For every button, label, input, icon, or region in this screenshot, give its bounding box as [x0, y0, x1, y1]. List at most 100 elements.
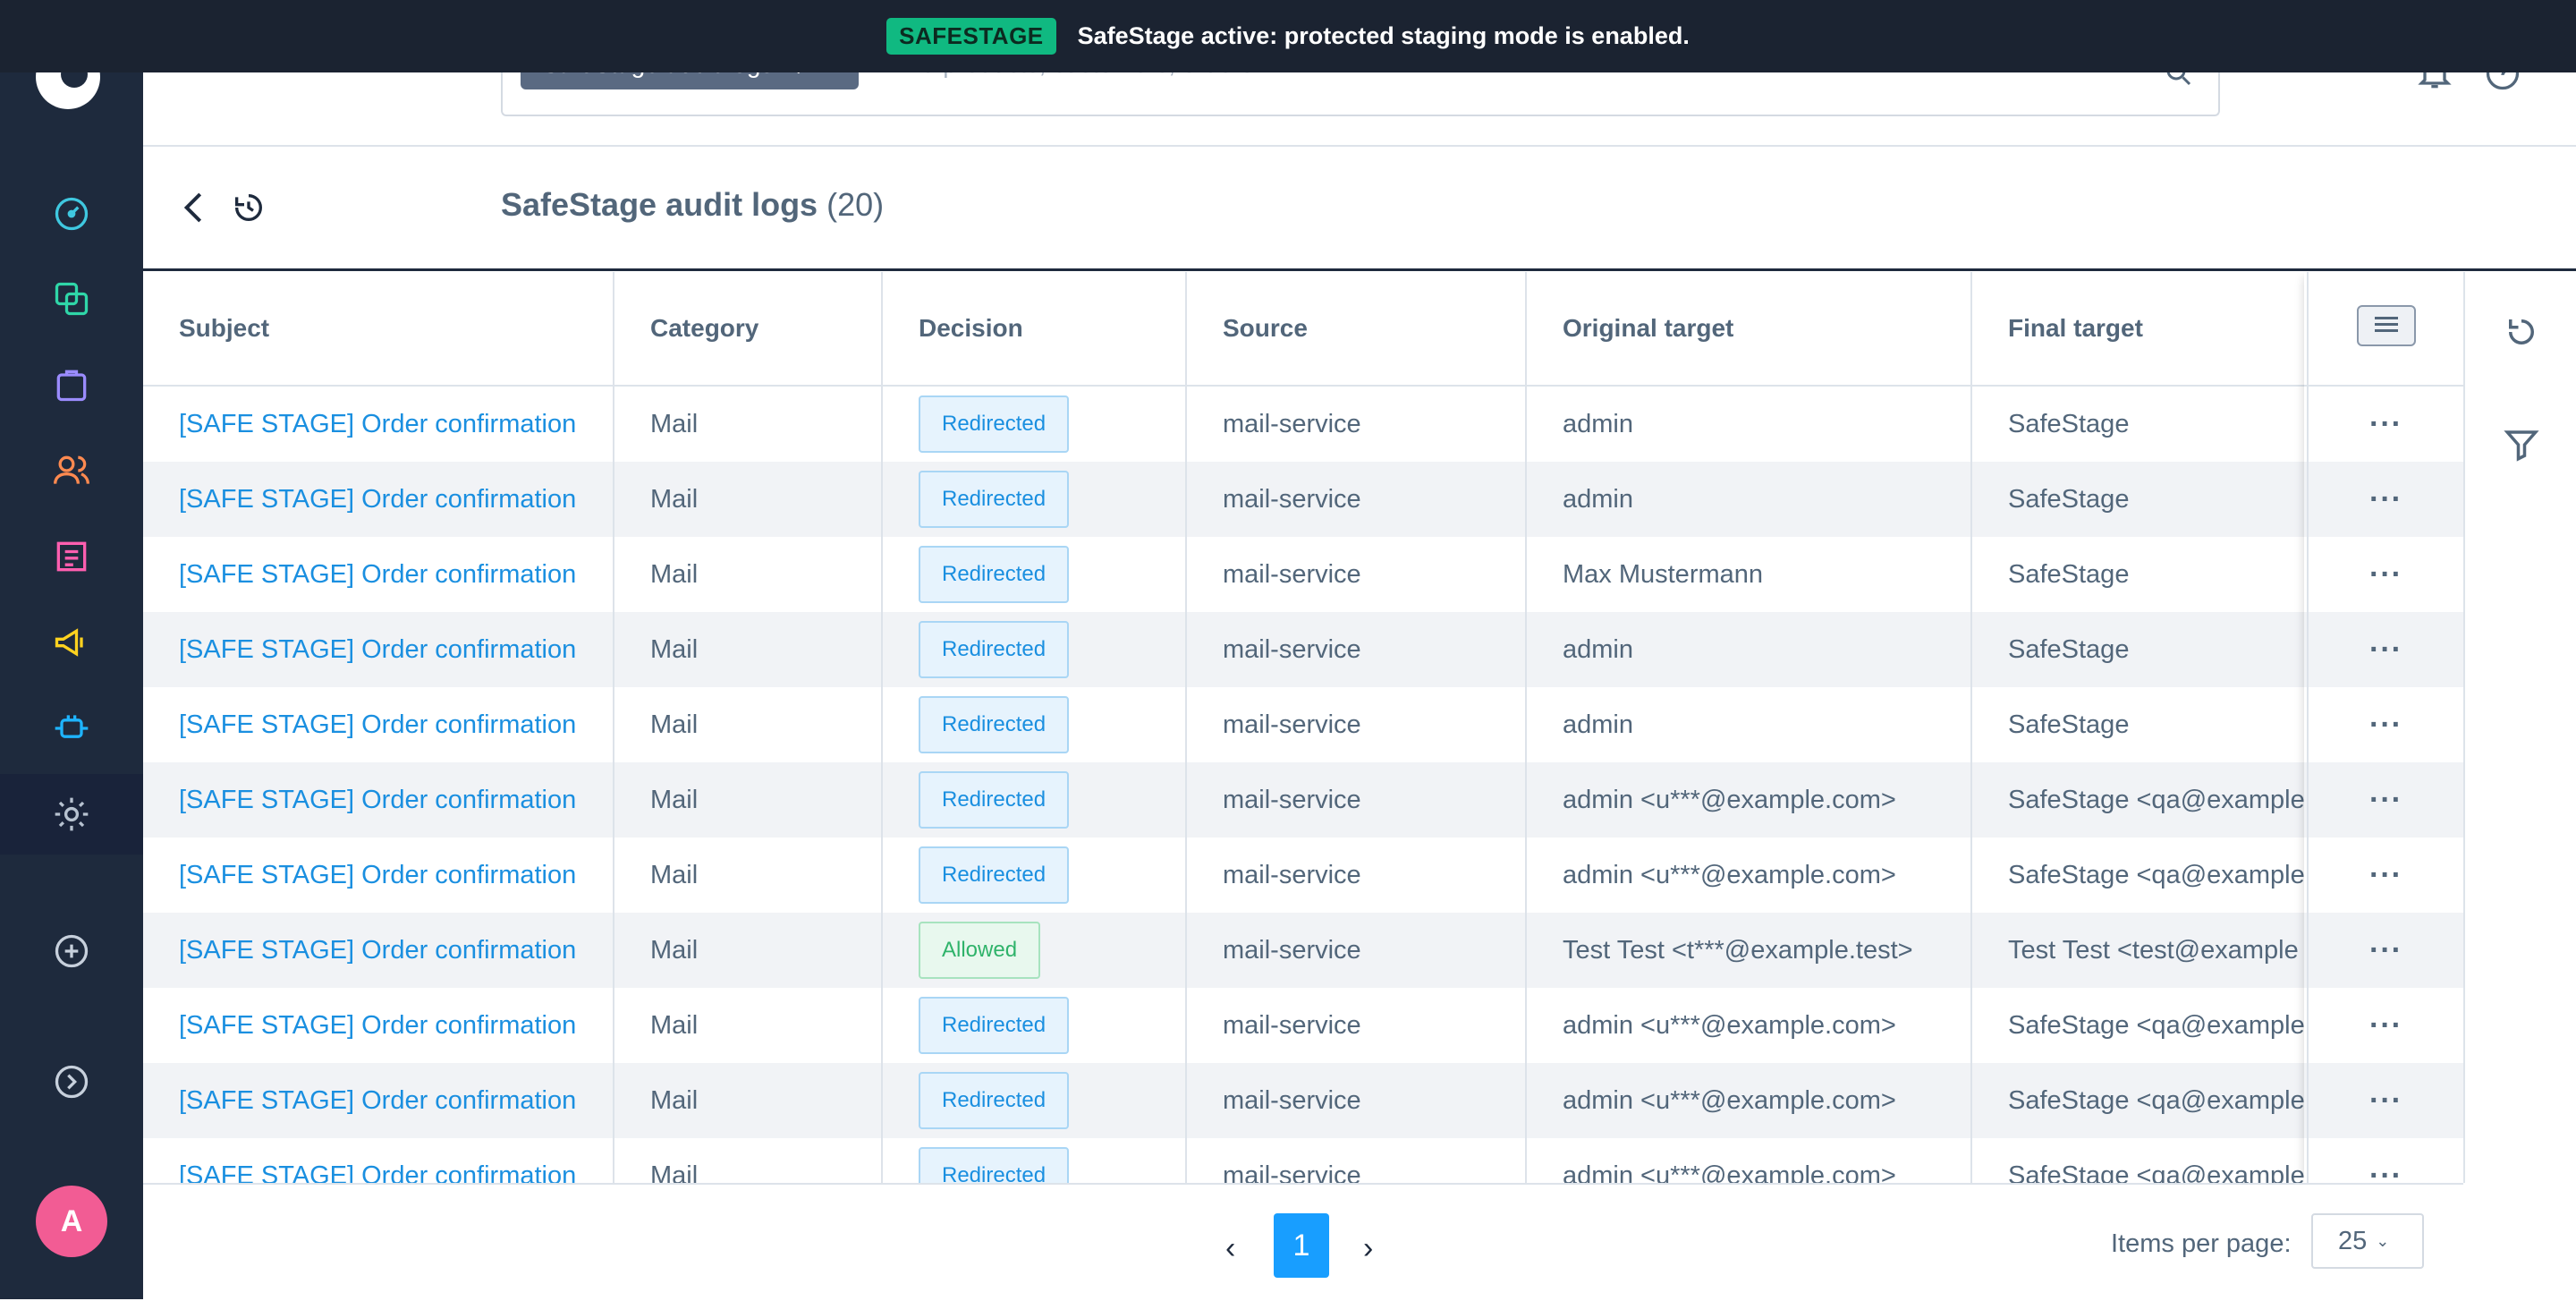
- decision-badge: Redirected: [919, 696, 1070, 753]
- cell-subject[interactable]: [SAFE STAGE] Order confirmation: [143, 838, 614, 913]
- column-header-category[interactable]: Category: [614, 272, 883, 387]
- nav-expand[interactable]: [0, 1042, 143, 1122]
- nav-extensions[interactable]: [0, 688, 143, 769]
- cell-subject[interactable]: [SAFE STAGE] Order confirmation: [143, 687, 614, 762]
- cell-subject[interactable]: [SAFE STAGE] Order confirmation: [143, 1138, 614, 1183]
- nav-orders[interactable]: [0, 344, 143, 425]
- nav-settings[interactable]: [0, 774, 143, 855]
- cell-decision: Redirected: [882, 762, 1187, 838]
- table-row[interactable]: [SAFE STAGE] Order confirmation Mail Redir…: [143, 386, 2463, 462]
- column-header-source[interactable]: Source: [1186, 272, 1527, 387]
- cell-actions: ···: [2308, 1138, 2463, 1184]
- table-row[interactable]: [SAFE STAGE] Order confirmation Mail Redir…: [143, 462, 2463, 537]
- row-actions-button[interactable]: ···: [2369, 783, 2402, 817]
- banner-message: SafeStage active: protected staging mode…: [1077, 22, 1690, 49]
- sidebar: A: [0, 0, 143, 1299]
- cell-category: Mail: [614, 1138, 883, 1183]
- filter-icon[interactable]: [2503, 426, 2540, 463]
- table-row[interactable]: [SAFE STAGE] Order confirmation Mail Allow…: [143, 913, 2463, 988]
- subject-link[interactable]: [SAFE STAGE] Order confirmation: [179, 1161, 576, 1184]
- nav-catalog[interactable]: [0, 259, 143, 339]
- row-actions-button[interactable]: ···: [2369, 1084, 2402, 1118]
- table-row[interactable]: [SAFE STAGE] Order confirmation Mail Redir…: [143, 612, 2463, 687]
- orders-icon: [56, 370, 87, 402]
- cell-subject[interactable]: [SAFE STAGE] Order confirmation: [143, 913, 614, 988]
- row-actions-button[interactable]: ···: [2369, 633, 2402, 667]
- subject-link[interactable]: [SAFE STAGE] Order confirmation: [179, 710, 576, 739]
- nav-add[interactable]: [0, 911, 143, 991]
- decision-badge: Allowed: [919, 922, 1041, 979]
- back-icon[interactable]: [179, 190, 209, 225]
- cell-original-target: admin <u***@example.com>: [1526, 988, 1972, 1063]
- prev-page-button[interactable]: ‹: [1225, 1231, 1235, 1266]
- table-header-row: Subject Category Decision Source Origina…: [143, 272, 2463, 387]
- cell-category: Mail: [614, 537, 883, 612]
- cell-subject[interactable]: [SAFE STAGE] Order confirmation: [143, 988, 614, 1063]
- row-actions-button[interactable]: ···: [2369, 1008, 2402, 1042]
- next-page-button[interactable]: ›: [1363, 1231, 1373, 1266]
- decision-badge: Redirected: [919, 771, 1070, 829]
- cell-actions: ···: [2308, 838, 2463, 913]
- column-settings-header: [2308, 272, 2463, 387]
- subject-link[interactable]: [SAFE STAGE] Order confirmation: [179, 1086, 576, 1115]
- table-row[interactable]: [SAFE STAGE] Order confirmation Mail Redir…: [143, 537, 2463, 612]
- cell-actions: ···: [2308, 386, 2463, 462]
- cell-actions: ···: [2308, 762, 2463, 838]
- column-settings-icon[interactable]: [2356, 304, 2416, 346]
- row-actions-button[interactable]: ···: [2369, 708, 2402, 742]
- nav-marketing[interactable]: [0, 602, 143, 683]
- subject-link[interactable]: [SAFE STAGE] Order confirmation: [179, 485, 576, 514]
- audit-log-grid: Subject Category Decision Source Origina…: [143, 272, 2465, 1183]
- column-header-original-target[interactable]: Original target: [1526, 272, 1972, 387]
- cell-subject[interactable]: [SAFE STAGE] Order confirmation: [143, 537, 614, 612]
- cell-decision: Redirected: [882, 687, 1187, 762]
- cell-category: Mail: [614, 386, 883, 462]
- row-actions-button[interactable]: ···: [2369, 933, 2402, 967]
- cell-subject[interactable]: [SAFE STAGE] Order confirmation: [143, 612, 614, 687]
- table-row[interactable]: [SAFE STAGE] Order confirmation Mail Redir…: [143, 988, 2463, 1063]
- customers-icon: [54, 455, 89, 484]
- subject-link[interactable]: [SAFE STAGE] Order confirmation: [179, 1011, 576, 1040]
- row-actions-button[interactable]: ···: [2369, 557, 2402, 591]
- cell-final-target: SafeStage: [1971, 386, 2309, 462]
- table-row[interactable]: [SAFE STAGE] Order confirmation Mail Redir…: [143, 838, 2463, 913]
- nav-content[interactable]: [0, 516, 143, 597]
- subject-link[interactable]: [SAFE STAGE] Order confirmation: [179, 786, 576, 814]
- cell-subject[interactable]: [SAFE STAGE] Order confirmation: [143, 386, 614, 462]
- table-row[interactable]: [SAFE STAGE] Order confirmation Mail Redir…: [143, 1063, 2463, 1138]
- subject-link[interactable]: [SAFE STAGE] Order confirmation: [179, 410, 576, 438]
- column-header-final-target[interactable]: Final target: [1971, 272, 2309, 387]
- audit-log-table: Subject Category Decision Source Origina…: [143, 272, 2463, 1183]
- nav-dashboard[interactable]: [0, 174, 143, 254]
- page-button-current[interactable]: 1: [1274, 1213, 1329, 1278]
- cell-original-target: admin <u***@example.com>: [1526, 1063, 1972, 1138]
- table-row[interactable]: [SAFE STAGE] Order confirmation Mail Redir…: [143, 762, 2463, 838]
- cell-source: mail-service: [1186, 1063, 1527, 1138]
- subject-link[interactable]: [SAFE STAGE] Order confirmation: [179, 560, 576, 589]
- column-header-decision[interactable]: Decision: [882, 272, 1187, 387]
- table-row[interactable]: [SAFE STAGE] Order confirmation Mail Redir…: [143, 1138, 2463, 1183]
- column-header-subject[interactable]: Subject: [143, 272, 614, 387]
- row-actions-button[interactable]: ···: [2369, 858, 2402, 892]
- row-actions-button[interactable]: ···: [2369, 1159, 2402, 1184]
- cell-subject[interactable]: [SAFE STAGE] Order confirmation: [143, 1063, 614, 1138]
- page-title-text: SafeStage audit logs: [501, 186, 818, 223]
- avatar[interactable]: A: [36, 1186, 107, 1257]
- nav-customers[interactable]: [0, 430, 143, 511]
- cell-subject[interactable]: [SAFE STAGE] Order confirmation: [143, 762, 614, 838]
- refresh-icon[interactable]: [2503, 313, 2540, 351]
- subject-link[interactable]: [SAFE STAGE] Order confirmation: [179, 861, 576, 889]
- cell-final-target: SafeStage: [1971, 612, 2309, 687]
- cell-subject[interactable]: [SAFE STAGE] Order confirmation: [143, 462, 614, 537]
- cell-decision: Redirected: [882, 1138, 1187, 1183]
- table-row[interactable]: [SAFE STAGE] Order confirmation Mail Redir…: [143, 687, 2463, 762]
- subject-link[interactable]: [SAFE STAGE] Order confirmation: [179, 936, 576, 965]
- cell-final-target: SafeStage: [1971, 687, 2309, 762]
- row-actions-button[interactable]: ···: [2369, 407, 2402, 441]
- subject-link[interactable]: [SAFE STAGE] Order confirmation: [179, 635, 576, 664]
- page-title: SafeStage audit logs (20): [501, 186, 884, 224]
- history-icon[interactable]: [231, 190, 267, 225]
- row-actions-button[interactable]: ···: [2369, 482, 2402, 516]
- items-per-page-select[interactable]: 25 ⌄: [2311, 1213, 2424, 1269]
- items-per-page-label: Items per page:: [2111, 1229, 2292, 1258]
